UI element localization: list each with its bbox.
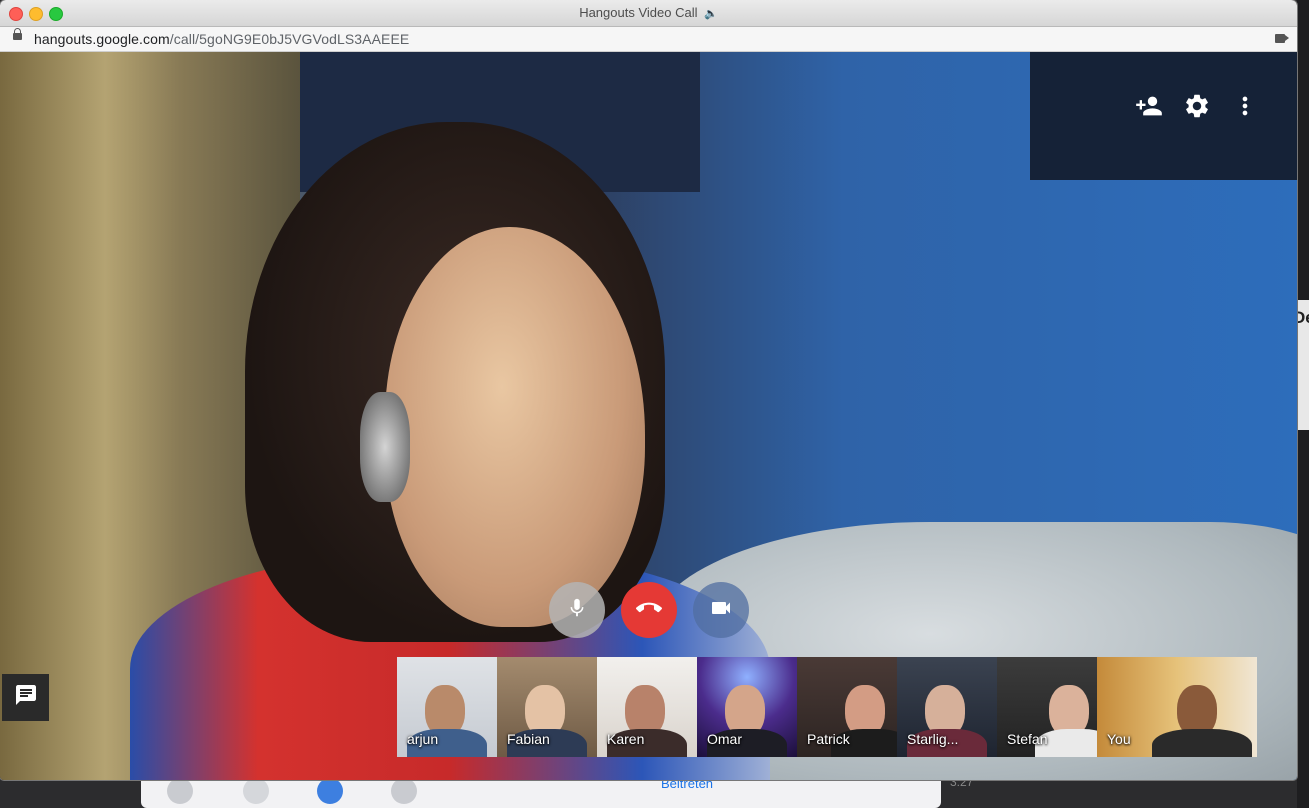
participant-name: Omar bbox=[707, 731, 742, 747]
participant-name: Patrick bbox=[807, 731, 850, 747]
chat-icon bbox=[14, 683, 38, 712]
address-bar[interactable]: hangouts.google.com/call/5goNG9E0bJ5VGVo… bbox=[0, 27, 1297, 52]
participant-name: You bbox=[1107, 731, 1131, 747]
title-bar[interactable]: Hangouts Video Call 🔈 bbox=[0, 0, 1297, 27]
window-title-text: Hangouts Video Call bbox=[579, 5, 698, 20]
camera-button[interactable] bbox=[693, 582, 749, 638]
participant-filmstrip: arjun Fabian Karen Omar Patrick Starlig.… bbox=[397, 657, 1257, 757]
participant-name: Starlig... bbox=[907, 731, 959, 747]
mic-icon bbox=[566, 597, 588, 624]
gear-icon[interactable] bbox=[1183, 92, 1211, 120]
participant-tile[interactable]: Fabian bbox=[497, 657, 597, 757]
participant-name: arjun bbox=[407, 731, 439, 747]
speaker-icon: 🔈 bbox=[704, 8, 718, 20]
participant-tile[interactable]: Stefan bbox=[997, 657, 1097, 757]
participant-tile[interactable]: Karen bbox=[597, 657, 697, 757]
hangouts-call-window: Hangouts Video Call 🔈 hangouts.google.co… bbox=[0, 0, 1297, 780]
conversations-icon[interactable] bbox=[317, 778, 343, 804]
camera-permission-icon[interactable] bbox=[1275, 34, 1289, 43]
participant-tile[interactable]: arjun bbox=[397, 657, 497, 757]
url-host: hangouts.google.com bbox=[34, 31, 170, 47]
participant-name: Stefan bbox=[1007, 731, 1048, 747]
contacts-icon[interactable] bbox=[167, 778, 193, 804]
window-title: Hangouts Video Call 🔈 bbox=[0, 5, 1297, 20]
participant-name: Fabian bbox=[507, 731, 550, 747]
participant-tile[interactable]: You bbox=[1097, 657, 1257, 757]
add-person-icon[interactable] bbox=[1135, 92, 1163, 120]
video-speaker-headset bbox=[360, 392, 410, 502]
lock-icon bbox=[13, 28, 22, 40]
url-path: /call/5goNG9E0bJ5VGVodLS3AAEEE bbox=[169, 31, 410, 47]
background-app-toolbar: Beitreten bbox=[141, 776, 941, 808]
phone-icon[interactable] bbox=[243, 778, 269, 804]
participant-tile[interactable]: Omar bbox=[697, 657, 797, 757]
hangup-button[interactable] bbox=[621, 582, 677, 638]
participant-tile[interactable]: Patrick bbox=[797, 657, 897, 757]
chat-button[interactable] bbox=[2, 674, 49, 721]
more-vert-icon[interactable] bbox=[1231, 92, 1259, 120]
videocam-icon bbox=[709, 596, 733, 625]
mic-button[interactable] bbox=[549, 582, 605, 638]
settings-icon[interactable] bbox=[391, 778, 417, 804]
participant-tile[interactable]: Starlig... bbox=[897, 657, 997, 757]
call-end-icon bbox=[635, 595, 662, 626]
url-text[interactable]: hangouts.google.com/call/5goNG9E0bJ5VGVo… bbox=[34, 31, 409, 47]
participant-name: Karen bbox=[607, 731, 645, 747]
